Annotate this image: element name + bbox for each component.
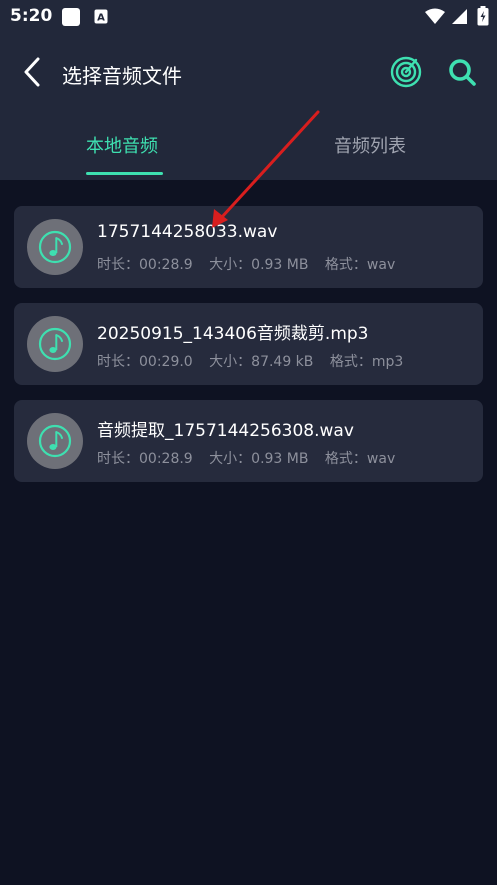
audio-thumbnail: [27, 413, 83, 469]
keyboard-notification-icon: A: [94, 9, 108, 28]
search-button[interactable]: [446, 56, 478, 88]
music-note-icon: [38, 230, 72, 264]
active-tab-indicator: [86, 172, 163, 175]
wifi-icon: [424, 8, 446, 29]
app-header: 5:20 A 选择音频文件 本地音频 音频列表: [0, 0, 497, 180]
battery-icon: [477, 6, 489, 30]
file-name: 1757144258033.wav: [97, 222, 278, 242]
file-duration: 时长：00:28.9: [97, 257, 193, 273]
audio-file-item[interactable]: 1757144258033.wav 时长：00:28.9 大小：0.93 MB …: [14, 206, 483, 288]
tab-audio-list[interactable]: 音频列表: [334, 132, 406, 158]
app-notification-icon: [61, 7, 81, 31]
nav-bar: 选择音频文件: [0, 44, 497, 100]
audio-file-list: 1757144258033.wav 时长：00:28.9 大小：0.93 MB …: [14, 206, 483, 497]
audio-thumbnail: [27, 316, 83, 372]
music-note-icon: [38, 424, 72, 458]
status-bar: 5:20 A: [0, 0, 497, 34]
back-arrow-icon: [24, 57, 40, 87]
file-format: 格式：mp3: [329, 354, 404, 370]
file-duration: 时长：00:28.9: [97, 451, 193, 467]
radar-scan-icon: [390, 56, 422, 88]
file-meta: 时长：00:28.9 大小：0.93 MB 格式：wav: [97, 254, 407, 274]
file-meta: 时长：00:28.9 大小：0.93 MB 格式：wav: [97, 448, 407, 468]
audio-file-item[interactable]: 音频提取_1757144256308.wav 时长：00:28.9 大小：0.9…: [14, 400, 483, 482]
file-name: 音频提取_1757144256308.wav: [97, 421, 354, 441]
tab-bar: 本地音频 音频列表: [0, 118, 497, 178]
tab-local-audio[interactable]: 本地音频: [86, 132, 158, 158]
file-size: 大小：0.93 MB: [209, 257, 309, 273]
file-size: 大小：87.49 kB: [209, 354, 314, 370]
audio-thumbnail: [27, 219, 83, 275]
scan-button[interactable]: [390, 56, 422, 88]
cellular-signal-icon: [451, 8, 468, 29]
back-button[interactable]: [20, 56, 46, 88]
file-name: 20250915_143406音频裁剪.mp3: [97, 324, 369, 344]
file-format: 格式：wav: [324, 257, 396, 273]
file-meta: 时长：00:29.0 大小：87.49 kB 格式：mp3: [97, 351, 415, 371]
audio-file-item[interactable]: 20250915_143406音频裁剪.mp3 时长：00:29.0 大小：87…: [14, 303, 483, 385]
page-title: 选择音频文件: [62, 64, 182, 88]
file-format: 格式：wav: [324, 451, 396, 467]
svg-text:A: A: [97, 13, 105, 24]
file-size: 大小：0.93 MB: [209, 451, 309, 467]
music-note-icon: [38, 327, 72, 361]
file-duration: 时长：00:29.0: [97, 354, 193, 370]
search-icon: [449, 59, 476, 86]
status-time: 5:20: [10, 6, 53, 26]
